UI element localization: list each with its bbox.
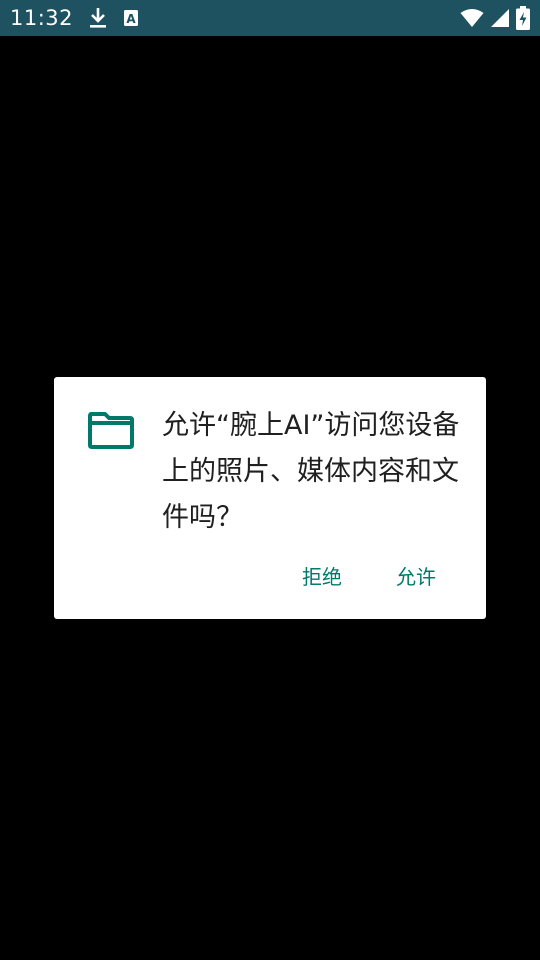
download-icon bbox=[89, 7, 107, 29]
wifi-icon bbox=[460, 8, 484, 28]
allow-button[interactable]: 允许 bbox=[396, 561, 436, 590]
deny-button[interactable]: 拒绝 bbox=[302, 561, 342, 590]
battery-charging-icon bbox=[516, 6, 530, 30]
status-right bbox=[460, 6, 530, 30]
permission-dialog: 允许“腕上AI”访问您设备上的照片、媒体内容和文件吗？ 拒绝 允许 bbox=[54, 377, 486, 619]
dialog-message: 允许“腕上AI”访问您设备上的照片、媒体内容和文件吗？ bbox=[162, 410, 460, 533]
signal-icon bbox=[490, 8, 510, 28]
status-left: 11:32 A bbox=[10, 6, 139, 30]
svg-text:A: A bbox=[126, 12, 136, 26]
dialog-actions: 拒绝 允许 bbox=[302, 561, 436, 590]
folder-icon bbox=[88, 410, 134, 450]
status-bar: 11:32 A bbox=[0, 0, 540, 36]
screen: 11:32 A 允许“腕上AI”访问您设备上的照片、媒体内容和文件吗？ 拒绝 允… bbox=[0, 0, 540, 960]
a-badge-icon: A bbox=[123, 9, 139, 27]
clock: 11:32 bbox=[10, 6, 74, 30]
